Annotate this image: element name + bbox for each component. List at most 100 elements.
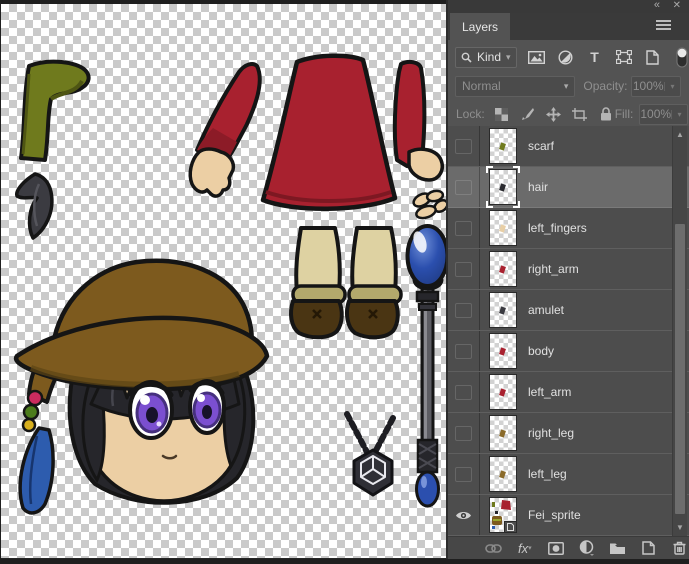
visibility-toggle-empty[interactable] [448, 208, 480, 248]
lock-pixels-icon[interactable] [519, 106, 537, 122]
layers-scrollbar[interactable]: ▲ ▼ [672, 126, 687, 536]
window-border-left [0, 0, 1, 564]
close-panel-icon[interactable]: ✕ [673, 0, 681, 12]
layer-thumbnail[interactable] [489, 251, 517, 287]
new-group-icon[interactable] [607, 539, 627, 557]
collapse-panels-icon[interactable]: « [654, 0, 659, 12]
visibility-toggle-empty[interactable] [448, 290, 480, 330]
new-layer-icon[interactable] [638, 539, 658, 557]
layer-thumbnail[interactable] [489, 210, 517, 246]
opacity-label: Opacity: [583, 79, 627, 93]
layer-thumbnail[interactable] [489, 456, 517, 492]
search-icon [461, 52, 472, 63]
scroll-up-icon[interactable]: ▲ [673, 128, 687, 141]
tab-layers[interactable]: Layers [450, 13, 510, 40]
layer-row-body[interactable]: body [448, 331, 689, 372]
shape-layer-filter-icon[interactable] [614, 48, 634, 66]
layer-name[interactable]: body [528, 344, 554, 358]
pixel-layer-filter-icon[interactable] [527, 48, 547, 66]
blend-mode-dropdown[interactable]: Normal ▾ [455, 76, 575, 97]
layer-row-Fei_sprite[interactable]: Fei_sprite [448, 495, 689, 536]
sprite-artwork [1, 4, 446, 558]
layer-thumbnail[interactable] [489, 128, 517, 164]
delete-layer-icon[interactable] [669, 539, 689, 557]
smart-object-badge [504, 521, 517, 533]
visibility-toggle-empty[interactable] [448, 249, 480, 289]
chevron-down-icon: ▾ [564, 81, 569, 92]
type-layer-filter-icon[interactable]: T [585, 48, 605, 66]
left-leg-part[interactable] [347, 228, 401, 337]
document-canvas[interactable] [1, 4, 446, 558]
layer-thumbnail[interactable] [489, 374, 517, 410]
layer-row-hair[interactable]: hair [448, 167, 689, 208]
visibility-toggle-empty[interactable] [448, 331, 480, 371]
layer-thumbnail[interactable] [489, 292, 517, 328]
left-arm-part[interactable] [395, 62, 442, 180]
link-layers-icon[interactable] [484, 539, 504, 557]
adjustment-layer-filter-icon[interactable] [556, 48, 576, 66]
filtering-toggle[interactable] [672, 48, 689, 66]
layer-thumbnail[interactable] [489, 333, 517, 369]
add-layer-mask-icon[interactable] [546, 539, 566, 557]
layers-panel: « ✕ Layers Kind ▾ T [446, 0, 689, 564]
window-border-bottom [0, 559, 689, 564]
right-arm-part[interactable] [190, 64, 260, 196]
lock-artboard-icon[interactable] [571, 106, 589, 122]
adjustment-layer-icon[interactable] [577, 539, 597, 557]
chevron-down-icon: ▾ [506, 52, 511, 63]
layer-row-right_leg[interactable]: right_leg [448, 413, 689, 454]
filter-kind-dropdown[interactable]: Kind ▾ [455, 47, 517, 68]
layer-row-scarf[interactable]: scarf [448, 126, 689, 167]
visibility-toggle-empty[interactable] [448, 454, 480, 494]
layer-row-amulet[interactable]: amulet [448, 290, 689, 331]
visibility-toggle-empty[interactable] [448, 413, 480, 453]
layer-controls: Kind ▾ T [448, 40, 689, 126]
tunic-body-part[interactable] [263, 56, 395, 209]
hair-tuft-part[interactable] [17, 174, 52, 238]
staff-part[interactable] [408, 226, 447, 506]
lock-all-icon[interactable] [597, 106, 615, 122]
layers-toolbar: fx▾ [448, 536, 689, 559]
blend-row: Normal ▾ Opacity: 100% ▾ [448, 74, 689, 98]
layer-row-left_arm[interactable]: left_arm [448, 372, 689, 413]
visibility-toggle-empty[interactable] [448, 167, 480, 207]
layer-name[interactable]: amulet [528, 303, 564, 317]
visibility-eye-icon[interactable] [448, 495, 480, 535]
character-head-part[interactable] [16, 261, 267, 513]
visibility-toggle-empty[interactable] [448, 126, 480, 166]
layer-row-right_arm[interactable]: right_arm [448, 249, 689, 290]
visibility-toggle-empty[interactable] [448, 372, 480, 412]
fill-value[interactable]: 100% ▾ [639, 104, 688, 125]
layer-name[interactable]: hair [528, 180, 548, 194]
layer-name[interactable]: left_fingers [528, 221, 587, 235]
layer-name[interactable]: left_leg [528, 467, 567, 481]
panel-tab-row: Layers [448, 13, 689, 40]
layer-name[interactable]: Fei_sprite [528, 508, 581, 522]
opacity-value[interactable]: 100% ▾ [631, 76, 681, 97]
layer-name[interactable]: right_leg [528, 426, 574, 440]
panel-titlebar: « ✕ [448, 0, 689, 13]
fill-label: Fill: [615, 107, 634, 121]
scrollbar-thumb[interactable] [675, 224, 685, 514]
panel-menu-icon[interactable] [656, 20, 671, 32]
lock-transparency-icon[interactable] [493, 106, 511, 122]
layer-effects-icon[interactable]: fx▾ [515, 539, 535, 557]
layer-row-left_fingers[interactable]: left_fingers [448, 208, 689, 249]
layer-name[interactable]: right_arm [528, 262, 579, 276]
scarf-part[interactable] [21, 62, 89, 160]
layer-thumbnail[interactable] [489, 415, 517, 451]
left-fingers-part[interactable] [411, 189, 446, 220]
layer-thumbnail[interactable] [489, 169, 517, 205]
lock-label: Lock: [456, 107, 485, 121]
layer-row-left_leg[interactable]: left_leg [448, 454, 689, 495]
selected-thumbnail-brackets [486, 166, 520, 208]
window-border-top [0, 0, 446, 4]
smart-object-filter-icon[interactable] [643, 48, 663, 66]
scroll-down-icon[interactable]: ▼ [673, 521, 687, 534]
layer-name[interactable]: left_arm [528, 385, 571, 399]
layer-thumbnail[interactable] [489, 497, 517, 533]
layer-name[interactable]: scarf [528, 139, 554, 153]
lock-position-icon[interactable] [545, 106, 563, 122]
amulet-part[interactable] [347, 414, 393, 495]
right-leg-part[interactable] [291, 228, 345, 337]
